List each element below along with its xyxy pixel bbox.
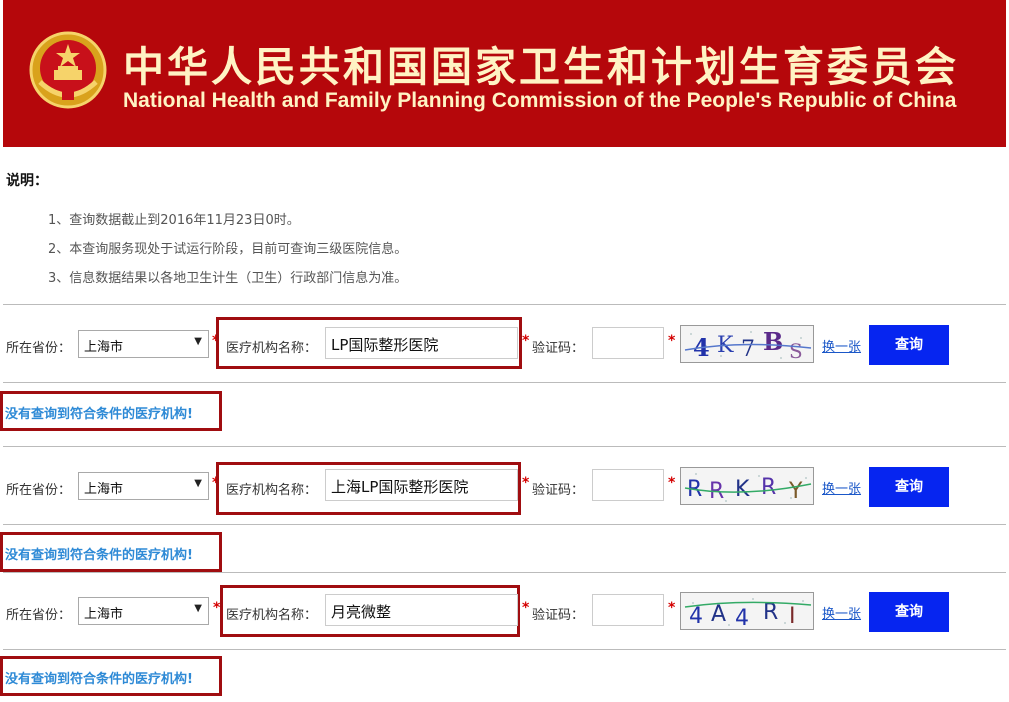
svg-text:I: I: [789, 604, 796, 629]
svg-text:7: 7: [741, 337, 755, 362]
institution-name-label: 医疗机构名称：: [226, 608, 318, 623]
required-mark: *: [668, 333, 676, 349]
province-value: 上海市: [84, 482, 124, 497]
svg-text:4: 4: [689, 604, 703, 629]
chevron-down-icon: ▼: [194, 478, 202, 489]
province-value: 上海市: [84, 607, 124, 622]
captcha-label: 验证码：: [532, 341, 585, 356]
svg-text:4: 4: [735, 606, 749, 630]
institution-name-label: 医疗机构名称：: [226, 483, 318, 498]
captcha-label: 验证码：: [532, 483, 585, 498]
required-mark: *: [668, 600, 676, 616]
note-item: 1、查询数据截止到2016年11月23日0时。: [48, 213, 300, 228]
province-select[interactable]: 上海市 ▼: [78, 472, 209, 500]
divider: [3, 572, 1006, 573]
captcha-image: 4 K 7 B S: [680, 325, 814, 363]
chevron-down-icon: ▼: [194, 603, 202, 614]
institution-name-input[interactable]: 月亮微整: [325, 594, 518, 626]
query-form: 所在省份： 上海市 ▼ * 医疗机构名称： 上海LP国际整形医院 * 验证码： …: [0, 457, 1009, 517]
national-emblem-icon: [29, 31, 107, 109]
province-label: 所在省份：: [6, 483, 72, 498]
search-button[interactable]: 查询: [869, 467, 949, 507]
refresh-captcha-link[interactable]: 换一张: [822, 336, 861, 355]
svg-text:R: R: [761, 475, 776, 500]
svg-text:S: S: [789, 339, 803, 363]
svg-text:A: A: [711, 602, 726, 627]
result-text: 没有查询到符合条件的医疗机构!: [5, 672, 193, 687]
required-mark: *: [522, 333, 530, 349]
province-value: 上海市: [84, 340, 124, 355]
header-banner: 中华人民共和国国家卫生和计划生育委员会 National Health and …: [3, 0, 1006, 147]
province-select[interactable]: 上海市 ▼: [78, 597, 209, 625]
divider: [3, 524, 1006, 525]
result-message: 没有查询到符合条件的医疗机构!: [0, 391, 222, 431]
result-message: 没有查询到符合条件的医疗机构!: [0, 532, 222, 572]
notes-title: 说明：: [6, 173, 48, 189]
divider: [3, 649, 1006, 650]
chevron-down-icon: ▼: [194, 336, 202, 347]
captcha-label: 验证码：: [532, 608, 585, 623]
institution-name-label: 医疗机构名称：: [226, 341, 318, 356]
svg-text:Y: Y: [788, 479, 803, 504]
search-button[interactable]: 查询: [869, 592, 949, 632]
divider: [3, 382, 1006, 383]
divider: [3, 446, 1006, 447]
svg-text:K: K: [735, 477, 750, 502]
note-item: 3、信息数据结果以各地卫生计生（卫生）行政部门信息为准。: [48, 271, 408, 286]
query-form: 所在省份： 上海市 ▼ * 医疗机构名称： LP国际整形医院 * 验证码： * …: [0, 315, 1009, 375]
captcha-input[interactable]: [592, 327, 664, 359]
header-title-en: National Health and Family Planning Comm…: [123, 89, 957, 112]
result-text: 没有查询到符合条件的医疗机构!: [5, 407, 193, 422]
captcha-input[interactable]: [592, 469, 664, 501]
search-button[interactable]: 查询: [869, 325, 949, 365]
result-message: 没有查询到符合条件的医疗机构!: [0, 656, 222, 696]
required-mark: *: [668, 475, 676, 491]
province-label: 所在省份：: [6, 608, 72, 623]
refresh-captcha-link[interactable]: 换一张: [822, 478, 861, 497]
captcha-image: 4 A 4 R I: [680, 592, 814, 630]
province-select[interactable]: 上海市 ▼: [78, 330, 209, 358]
query-form: 所在省份： 上海市 ▼ * 医疗机构名称： 月亮微整 * 验证码： * 4 A …: [0, 582, 1009, 642]
required-mark: *: [522, 475, 530, 491]
divider: [3, 304, 1006, 305]
refresh-captcha-link[interactable]: 换一张: [822, 603, 861, 622]
svg-text:B: B: [763, 327, 783, 356]
institution-name-input[interactable]: LP国际整形医院: [325, 327, 518, 359]
province-label: 所在省份：: [6, 341, 72, 356]
institution-name-input[interactable]: 上海LP国际整形医院: [325, 469, 518, 501]
captcha-input[interactable]: [592, 594, 664, 626]
required-mark: *: [522, 600, 530, 616]
note-item: 2、本查询服务现处于试运行阶段，目前可查询三级医院信息。: [48, 242, 408, 257]
svg-text:R: R: [763, 600, 778, 625]
header-title-cn: 中华人民共和国国家卫生和计划生育委员会: [123, 43, 959, 91]
captcha-image: R R K R Y: [680, 467, 814, 505]
result-text: 没有查询到符合条件的医疗机构!: [5, 548, 193, 563]
